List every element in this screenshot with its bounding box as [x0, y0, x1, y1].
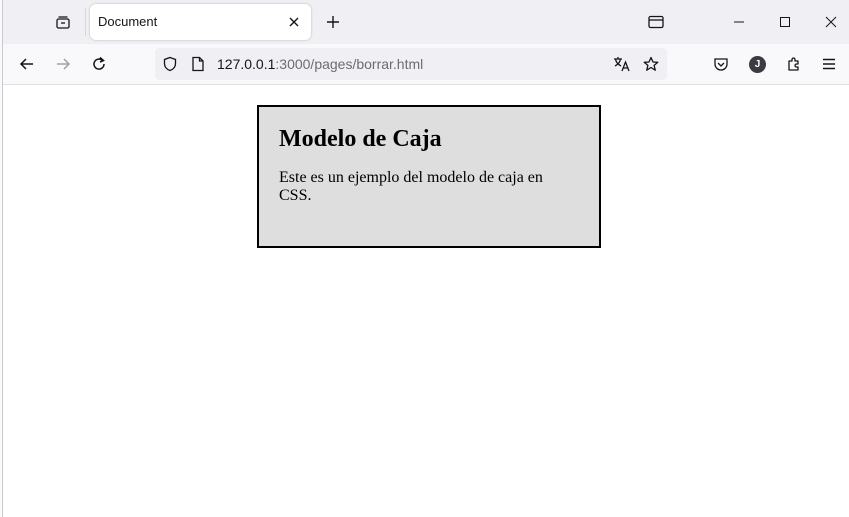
url-path: :3000/pages/borrar.html [275, 56, 424, 72]
page-viewport: Modelo de Caja Este es un ejemplo del mo… [0, 85, 849, 517]
window-left-edge [0, 0, 3, 517]
close-window-button[interactable] [808, 0, 849, 44]
tab-title: Document [98, 14, 158, 29]
close-icon[interactable] [285, 13, 303, 31]
navigation-toolbar: 127.0.0.1:3000/pages/borrar.html J [0, 44, 849, 85]
box-model-container: Modelo de Caja Este es un ejemplo del mo… [257, 105, 601, 248]
tab-divider [85, 8, 86, 36]
tab-manager-icon[interactable] [50, 9, 76, 35]
maximize-button[interactable] [762, 0, 808, 44]
menu-button[interactable] [815, 50, 843, 78]
window-icon [648, 15, 664, 29]
close-icon [825, 16, 837, 28]
page-paragraph: Este es un ejemplo del modelo de caja en… [279, 169, 543, 204]
sidebar-toggle-button[interactable] [633, 0, 679, 44]
pocket-button[interactable] [707, 50, 735, 78]
forward-button[interactable] [49, 50, 77, 78]
plus-icon [327, 16, 339, 28]
extensions-button[interactable] [780, 50, 808, 78]
tab-strip: Document [0, 0, 849, 44]
back-button[interactable] [13, 50, 41, 78]
url-text[interactable]: 127.0.0.1:3000/pages/borrar.html [217, 56, 423, 72]
url-host: 127.0.0.1 [217, 56, 276, 72]
new-tab-button[interactable] [321, 10, 345, 34]
reload-button[interactable] [85, 50, 113, 78]
puzzle-icon [788, 57, 799, 71]
shield-icon[interactable] [159, 53, 181, 75]
page-heading: Modelo de Caja [279, 126, 442, 152]
translate-icon[interactable] [611, 53, 633, 75]
tab-document[interactable]: Document [90, 4, 311, 40]
page-icon[interactable] [187, 53, 209, 75]
avatar[interactable]: J [749, 56, 766, 73]
maximize-icon [780, 17, 790, 27]
arrow-right-icon [57, 58, 71, 70]
hamburger-icon [823, 58, 835, 70]
arrow-left-icon [19, 58, 33, 70]
star-icon[interactable] [640, 53, 662, 75]
pocket-icon [714, 58, 728, 71]
reload-icon [93, 56, 105, 70]
minimize-icon [734, 21, 744, 23]
url-bar[interactable]: 127.0.0.1:3000/pages/borrar.html [155, 48, 667, 80]
minimize-button[interactable] [716, 0, 762, 44]
